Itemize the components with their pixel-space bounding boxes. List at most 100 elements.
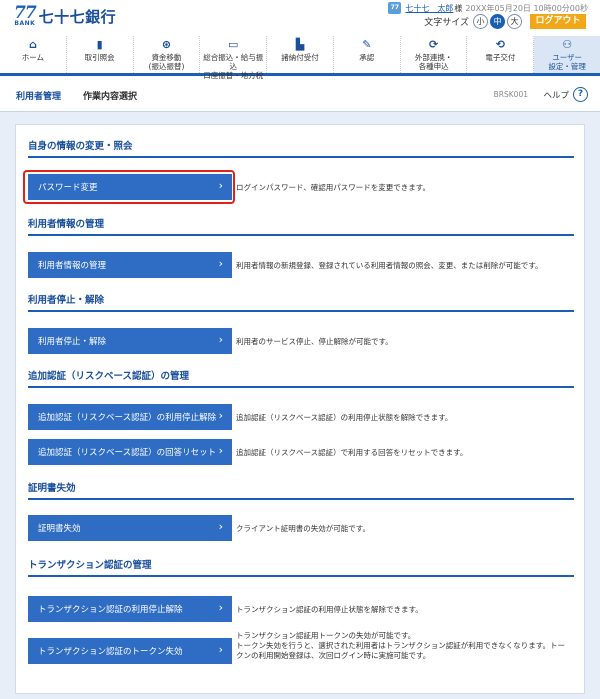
task-panel: 自身の情報の変更・照会 パスワード変更 › ログインパスワード、確認用パスワード… [15, 124, 585, 694]
chevron-right-icon: › [218, 179, 223, 192]
nav-home[interactable]: ⌂ ホーム [0, 36, 67, 73]
bank-mark-number: 77 [14, 3, 37, 23]
action-description: ログインパスワード、確認用パスワードを変更できます。 [236, 183, 430, 192]
user-info: 77 七十七 太郎 様 20XX年05月20日 10時00分00秒 [388, 2, 588, 14]
button-label: 追加認証（リスクベース認証）の回答リセット [38, 448, 217, 458]
login-datetime: 20XX年05月20日 10時00分00秒 [465, 3, 588, 13]
certificate-revoke-button[interactable]: 証明書失効 › [28, 515, 232, 541]
section-divider [28, 310, 574, 312]
link-icon: ⟳ [428, 38, 439, 51]
chevron-right-icon: › [218, 601, 223, 614]
help-link[interactable]: ヘルプ ? [543, 87, 588, 102]
nav-approval[interactable]: ✎ 承認 [334, 36, 401, 73]
bank-mark: 77 BANK [14, 3, 37, 27]
header: 77 BANK 七十七銀行 77 七十七 太郎 様 20XX年05月20日 10… [0, 0, 600, 36]
bank-logo[interactable]: 77 BANK 七十七銀行 [14, 3, 117, 27]
page-title: 作業内容選択 [83, 91, 138, 102]
chevron-right-icon: › [218, 409, 223, 422]
transaction-token-revoke-button[interactable]: トランザクション認証のトークン失効 › [28, 638, 232, 664]
action-description-note: トークン失効を行うと、選択された利用者はトランザクション認証が利用できなくなりま… [236, 641, 565, 660]
nav-bulk-transfer[interactable]: ▭ 総合振込・給与振込 口座振替・地方税 [200, 36, 268, 80]
nav-label: 資金移動 (振込振替) [148, 53, 185, 71]
nav-label: 取引照会 [84, 53, 115, 62]
section-divider [28, 498, 574, 500]
nav-external[interactable]: ⟳ 外部連携・ 各種申込 [401, 36, 468, 73]
action-description-line: トランザクション認証用トークンの失効が可能です。 [236, 631, 416, 640]
nav-label: 外部連携・ 各種申込 [414, 53, 453, 71]
section-title: 証明書失効 [28, 483, 76, 494]
transfer-icon: ⊛ [161, 38, 172, 51]
screen-id: BRSK001 [493, 90, 528, 99]
nav-label: 承認 [359, 53, 375, 62]
help-icon: ? [573, 87, 588, 102]
user-name-link[interactable]: 七十七 太郎 [405, 3, 453, 14]
bank-mark-sub: BANK [14, 20, 36, 27]
transaction-auth-unlock-button[interactable]: トランザクション認証の利用停止解除 › [28, 596, 232, 622]
action-description: トランザクション認証の利用停止状態を解除できます。 [236, 605, 423, 614]
document-icon: ▮ [96, 38, 103, 51]
nav-label: ユーザー 設定・管理 [548, 53, 586, 71]
section-title: 利用者情報の管理 [28, 219, 105, 230]
section-divider [28, 386, 574, 388]
e-delivery-icon: ⟲ [495, 38, 505, 51]
font-size-control: 文字サイズ 小 中 大 ログアウト [424, 14, 586, 29]
button-label: 利用者情報の管理 [38, 261, 107, 271]
action-description: 追加認証（リスクベース認証）の利用停止状態を解除できます。 [236, 413, 453, 422]
action-description: トランザクション認証用トークンの失効が可能です。 トークン失効を行うと、選択され… [236, 631, 572, 661]
button-label: トランザクション認証の利用停止解除 [38, 605, 183, 615]
font-size-large-button[interactable]: 大 [507, 14, 522, 29]
font-size-medium-button[interactable]: 中 [490, 14, 505, 29]
bulk-transfer-icon: ▭ [228, 38, 239, 51]
user-icon: 77 [388, 2, 402, 14]
section-title: 追加認証（リスクベース認証）の管理 [28, 371, 190, 382]
font-size-small-button[interactable]: 小 [473, 14, 488, 29]
bank-name: 七十七銀行 [38, 8, 117, 26]
nav-label: 総合振込・給与振込 口座振替・地方税 [203, 53, 264, 80]
section-title: 利用者停止・解除 [28, 295, 105, 306]
logout-button[interactable]: ログアウト [530, 14, 586, 29]
help-label: ヘルプ [543, 90, 569, 101]
nav-inquiry[interactable]: ▮ 取引照会 [67, 36, 134, 73]
button-label: トランザクション認証のトークン失効 [38, 647, 183, 657]
action-description: クライアント証明書の失効が可能です。 [236, 524, 370, 533]
chevron-right-icon: › [218, 444, 223, 457]
nav-transfer[interactable]: ⊛ 資金移動 (振込振替) [134, 36, 201, 73]
risk-auth-unlock-button[interactable]: 追加認証（リスクベース認証）の利用停止解除 › [28, 404, 232, 430]
nav-e-delivery[interactable]: ⟲ 電子交付 [467, 36, 535, 73]
payment-icon: ▙ [295, 38, 305, 51]
action-description: 利用者のサービス停止、停止解除が可能です。 [236, 337, 393, 346]
nav-tax-payment[interactable]: ▙ 諸納付受付 [267, 36, 334, 73]
main-content: 自身の情報の変更・照会 パスワード変更 › ログインパスワード、確認用パスワード… [0, 112, 600, 699]
risk-auth-reset-button[interactable]: 追加認証（リスクベース認証）の回答リセット › [28, 439, 232, 465]
section-divider [28, 234, 574, 236]
section-title: トランザクション認証の管理 [28, 560, 152, 571]
nav-label: ホーム [21, 53, 45, 62]
font-size-label: 文字サイズ [424, 18, 469, 28]
action-description: 利用者情報の新規登録、登録されている利用者情報の照会、変更、または削除が可能です… [236, 261, 543, 270]
button-label: パスワード変更 [38, 183, 98, 193]
button-label: 証明書失効 [38, 524, 81, 534]
breadcrumb: 利用者管理 作業内容選択 BRSK001 ヘルプ ? [0, 79, 600, 112]
button-label: 追加認証（リスクベース認証）の利用停止解除 [38, 413, 217, 423]
user-info-management-button[interactable]: 利用者情報の管理 › [28, 252, 232, 278]
home-icon: ⌂ [28, 38, 37, 51]
button-label: 利用者停止・解除 [38, 337, 107, 347]
chevron-right-icon: › [218, 257, 223, 270]
user-honorific: 様 [454, 3, 463, 13]
chevron-right-icon: › [218, 520, 223, 533]
approval-icon: ✎ [362, 38, 372, 51]
password-change-button[interactable]: パスワード変更 › [28, 174, 232, 200]
section-title: 自身の情報の変更・照会 [28, 141, 133, 152]
user-settings-icon: ⚇ [562, 38, 573, 51]
chevron-right-icon: › [218, 643, 223, 656]
section-divider [28, 156, 574, 158]
user-suspend-button[interactable]: 利用者停止・解除 › [28, 328, 232, 354]
nav-label: 諸納付受付 [281, 53, 319, 62]
section-divider [28, 575, 574, 577]
chevron-right-icon: › [218, 333, 223, 346]
action-description: 追加認証（リスクベース認証）で利用する回答をリセットできます。 [236, 448, 468, 457]
nav-label: 電子交付 [485, 53, 516, 62]
nav-user-settings[interactable]: ⚇ ユーザー 設定・管理 [534, 36, 600, 73]
breadcrumb-section: 利用者管理 [16, 91, 62, 102]
global-nav: ⌂ ホーム ▮ 取引照会 ⊛ 資金移動 (振込振替) ▭ 総合振込・給与振込 口… [0, 36, 600, 80]
